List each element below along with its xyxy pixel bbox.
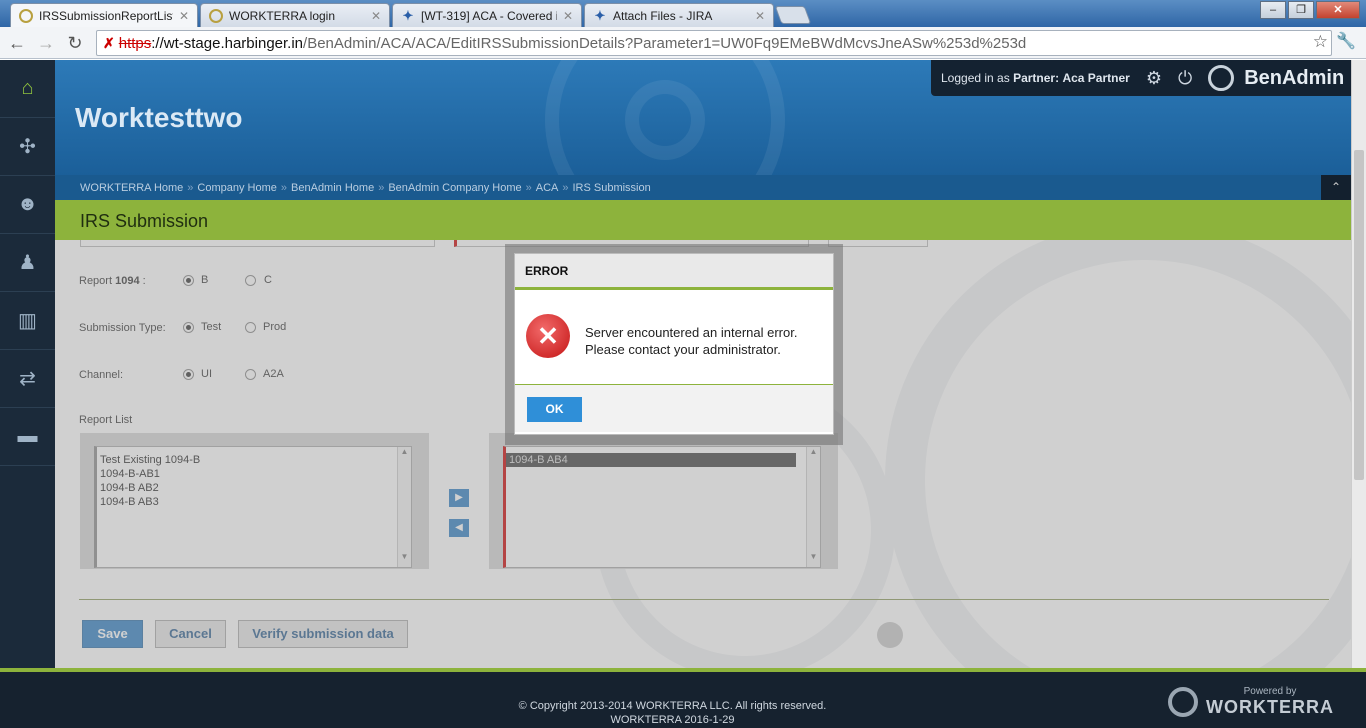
error-dialog: ERROR ✕ Server encountered an internal e… xyxy=(514,253,834,435)
close-icon[interactable]: ✕ xyxy=(179,9,189,23)
page-title-bar: IRS Submission xyxy=(55,200,1351,240)
breadcrumb-item[interactable]: Company Home xyxy=(197,182,276,194)
wrench-icon[interactable]: 🔧 xyxy=(1336,31,1356,51)
tab-label: Attach Files - JIRA xyxy=(613,8,713,23)
home-icon[interactable]: ⌂ xyxy=(0,60,55,118)
collapse-chevron-icon[interactable]: ⌃ xyxy=(1321,175,1351,200)
ok-button[interactable]: OK xyxy=(527,397,582,422)
jira-icon: ✦ xyxy=(402,7,414,23)
puzzle-icon[interactable]: ✣ xyxy=(0,118,55,176)
breadcrumb-item[interactable]: ACA xyxy=(536,182,559,194)
scrollbar-thumb[interactable] xyxy=(1354,150,1364,480)
maximize-button[interactable]: ❐ xyxy=(1288,1,1314,19)
app-logo: BenAdmin xyxy=(1244,66,1345,89)
company-title: Worktesttwo xyxy=(75,102,243,133)
chat-bubble-icon[interactable]: ▬ xyxy=(0,408,55,466)
user-bar: Logged in as Partner: Aca Partner ⚙ ⏻ Be… xyxy=(931,60,1351,96)
browser-tab-workterra-login[interactable]: WORKTERRA login ✕ xyxy=(200,3,390,27)
breadcrumb-item[interactable]: BenAdmin Company Home xyxy=(388,182,521,194)
jira-icon: ✦ xyxy=(594,7,606,23)
footer: © Copyright 2013-2014 WORKTERRA LLC. All… xyxy=(0,668,1366,728)
breadcrumb-item[interactable]: WORKTERRA Home xyxy=(80,182,183,194)
header-banner: Worktesttwo Logged in as Partner: Aca Pa… xyxy=(55,60,1351,175)
url-scheme: https xyxy=(118,34,152,52)
browser-tab-wt-319[interactable]: ✦ [WT-319] ACA - Covered ir ✕ xyxy=(392,3,582,27)
breadcrumb: WORKTERRA Home» Company Home» BenAdmin H… xyxy=(55,175,1351,200)
back-arrow-icon[interactable]: ← xyxy=(6,32,28,54)
benadmin-logo-icon xyxy=(1208,65,1235,91)
user-icon[interactable]: ♟ xyxy=(0,234,55,292)
window-close-button[interactable]: ✕ xyxy=(1316,1,1360,19)
tab-label: IRSSubmissionReportList xyxy=(39,9,173,23)
page-title: IRS Submission xyxy=(80,211,209,231)
power-icon[interactable]: ⏻ xyxy=(1178,68,1192,89)
powered-by-label: Powered by xyxy=(1243,686,1297,697)
url-path: /BenAdmin/ACA/ACA/EditIRSSubmissionDetai… xyxy=(303,34,1027,52)
browser-tab-strip: IRSSubmissionReportList ✕ WORKTERRA logi… xyxy=(0,0,1366,28)
banner-decoration xyxy=(625,80,705,160)
address-bar[interactable]: ✗ https://wt-stage.harbinger.in/BenAdmin… xyxy=(96,30,1332,56)
left-nav: ⌂ ✣ ☻ ♟ ▥ ⇄ ▬ xyxy=(0,60,55,668)
error-message: Server encountered an internal error. Pl… xyxy=(585,325,798,357)
breadcrumb-item: IRS Submission xyxy=(572,181,651,194)
close-icon[interactable]: ✕ xyxy=(371,9,381,23)
new-tab-button[interactable] xyxy=(774,6,812,24)
gear-icon[interactable]: ⚙ xyxy=(1146,68,1162,89)
browser-toolbar: ← → ↻ ✗ https://wt-stage.harbinger.in/Be… xyxy=(0,27,1366,59)
error-icon: ✕ xyxy=(526,314,570,358)
minimize-button[interactable]: – xyxy=(1260,1,1286,19)
user-star-icon[interactable]: ☻ xyxy=(0,176,55,234)
close-icon[interactable]: ✕ xyxy=(755,9,765,23)
build-text: WORKTERRA 2016-1-29 xyxy=(610,714,735,726)
tab-label: [WT-319] ACA - Covered ir xyxy=(421,8,557,23)
tab-label: WORKTERRA login xyxy=(229,8,336,23)
worktera-icon xyxy=(19,9,33,23)
logged-in-user: Aca Partner xyxy=(1062,71,1130,85)
worktera-icon xyxy=(209,8,223,23)
window-controls: – ❐ ✕ xyxy=(1260,1,1360,19)
insecure-icon: ✗ xyxy=(103,34,115,51)
reload-icon[interactable]: ↻ xyxy=(64,32,86,54)
breadcrumb-item[interactable]: BenAdmin Home xyxy=(291,182,374,194)
powered-by-brand: WORKTERRA xyxy=(1206,697,1334,717)
workterra-logo-icon xyxy=(1168,687,1198,717)
forward-arrow-icon[interactable]: → xyxy=(35,32,57,54)
close-icon[interactable]: ✕ xyxy=(563,9,573,23)
bookmark-star-icon[interactable]: ☆ xyxy=(1313,32,1328,52)
dialog-body: ✕ Server encountered an internal error. … xyxy=(515,290,833,385)
dialog-title: ERROR xyxy=(515,254,833,290)
url-host: ://wt-stage.harbinger.in xyxy=(151,34,304,52)
bar-chart-icon[interactable]: ▥ xyxy=(0,292,55,350)
powered-by: Powered by WORKTERRA xyxy=(1168,686,1334,718)
page-scrollbar[interactable] xyxy=(1351,60,1366,668)
transfer-arrows-icon[interactable]: ⇄ xyxy=(0,350,55,408)
browser-tab-attach-files[interactable]: ✦ Attach Files - JIRA ✕ xyxy=(584,3,774,27)
logged-in-prefix: Logged in as xyxy=(941,71,1010,85)
browser-tab-irs-report-list[interactable]: IRSSubmissionReportList ✕ xyxy=(10,3,198,28)
dialog-footer: OK xyxy=(515,385,833,432)
logged-in-role: Partner: xyxy=(1013,71,1060,85)
copyright-text: © Copyright 2013-2014 WORKTERRA LLC. All… xyxy=(518,700,827,712)
